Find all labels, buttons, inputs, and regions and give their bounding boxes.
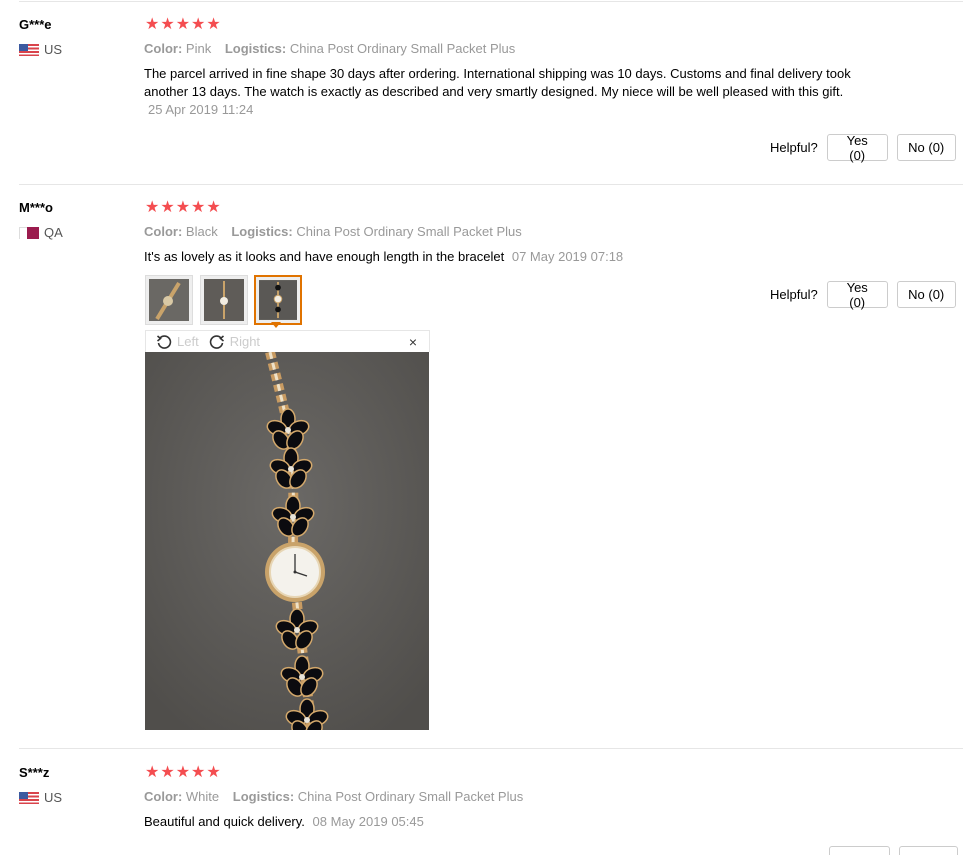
- photo-viewer-toolbar: Left Right ×: [145, 330, 430, 352]
- helpful-no-button[interactable]: No (0): [896, 281, 956, 308]
- helpful-label: Helpful?: [770, 140, 818, 155]
- reviewer-country: QA: [19, 225, 63, 240]
- color-label: Color:: [144, 41, 183, 56]
- country-code: US: [44, 42, 63, 57]
- logistics-value: China Post Ordinary Small Packet Plus: [297, 789, 524, 804]
- review-text: It's as lovely as it looks and have enou…: [144, 248, 864, 266]
- reviewer-country: US: [19, 42, 62, 57]
- country-code: US: [44, 790, 63, 805]
- review-divider: [19, 184, 963, 185]
- rotate-left-button[interactable]: Left: [156, 334, 199, 350]
- helpful-panel: [829, 846, 958, 855]
- rotate-right-label: Right: [229, 334, 261, 349]
- rotate-left-icon: [156, 334, 172, 349]
- reviewer-country: US: [19, 790, 62, 805]
- star-rating: ★★★★★: [145, 199, 222, 216]
- helpful-no-button[interactable]: [899, 846, 958, 855]
- reviewer-name: M***o: [19, 200, 53, 215]
- watch-photo-icon: [259, 280, 297, 320]
- review-date: 08 May 2019 05:45: [312, 814, 424, 829]
- review-text: The parcel arrived in fine shape 30 days…: [144, 65, 864, 119]
- review-body: It's as lovely as it looks and have enou…: [144, 249, 505, 264]
- helpful-panel: Helpful? Yes (0) No (0): [770, 280, 956, 310]
- review-date: 25 Apr 2019 11:24: [148, 102, 254, 117]
- color-label: Color:: [144, 789, 183, 804]
- order-info: Color: White Logistics: China Post Ordin…: [144, 789, 523, 804]
- star-rating: ★★★★★: [145, 764, 222, 781]
- watch-photo-icon: [149, 279, 189, 321]
- active-thumbnail-caret: [271, 322, 281, 328]
- color-value: Pink: [185, 41, 212, 56]
- rotate-right-button[interactable]: Right: [209, 334, 260, 350]
- color-label: Color:: [144, 224, 183, 239]
- star-rating: ★★★★★: [145, 16, 222, 33]
- review-photo-thumbnail[interactable]: [200, 275, 248, 325]
- country-code: QA: [44, 225, 63, 240]
- review-text: Beautiful and quick delivery. 08 May 201…: [144, 813, 864, 831]
- reviewer-name: G***e: [19, 17, 52, 32]
- top-divider: [19, 1, 963, 2]
- logistics-label: Logistics:: [224, 41, 287, 56]
- helpful-yes-button[interactable]: Yes (0): [826, 133, 888, 163]
- review-photo-thumbnail[interactable]: [145, 275, 193, 325]
- logistics-label: Logistics:: [232, 789, 295, 804]
- helpful-no-button[interactable]: No (0): [896, 134, 956, 161]
- rotate-left-label: Left: [177, 334, 199, 349]
- order-info: Color: Black Logistics: China Post Ordin…: [144, 224, 522, 239]
- logistics-value: China Post Ordinary Small Packet Plus: [296, 224, 522, 239]
- logistics-label: Logistics:: [231, 224, 293, 239]
- us-flag-icon: [19, 43, 39, 56]
- review-body: Beautiful and quick delivery.: [144, 814, 305, 829]
- reviewer-name: S***z: [19, 765, 50, 780]
- review-divider: [19, 748, 963, 749]
- helpful-panel: Helpful? Yes (0) No (0): [770, 133, 956, 163]
- color-value: Black: [185, 224, 218, 239]
- helpful-label: Helpful?: [770, 287, 818, 302]
- logistics-value: China Post Ordinary Small Packet Plus: [289, 41, 516, 56]
- color-value: White: [185, 789, 220, 804]
- watch-photo-icon: [204, 279, 244, 321]
- rotate-right-icon: [209, 334, 224, 349]
- us-flag-icon: [19, 791, 39, 804]
- helpful-yes-button[interactable]: [829, 846, 890, 855]
- watch-bracelet-photo: [145, 352, 429, 730]
- close-viewer-button[interactable]: ×: [409, 334, 417, 350]
- enlarged-review-photo: [145, 352, 429, 730]
- review-date: 07 May 2019 07:18: [511, 249, 624, 264]
- review-body: The parcel arrived in fine shape 30 days…: [144, 66, 851, 99]
- review-photo-thumbnail-active[interactable]: [254, 275, 302, 325]
- order-info: Color: Pink Logistics: China Post Ordina…: [144, 41, 515, 56]
- helpful-yes-button[interactable]: Yes (0): [826, 280, 888, 310]
- qa-flag-icon: [19, 226, 39, 239]
